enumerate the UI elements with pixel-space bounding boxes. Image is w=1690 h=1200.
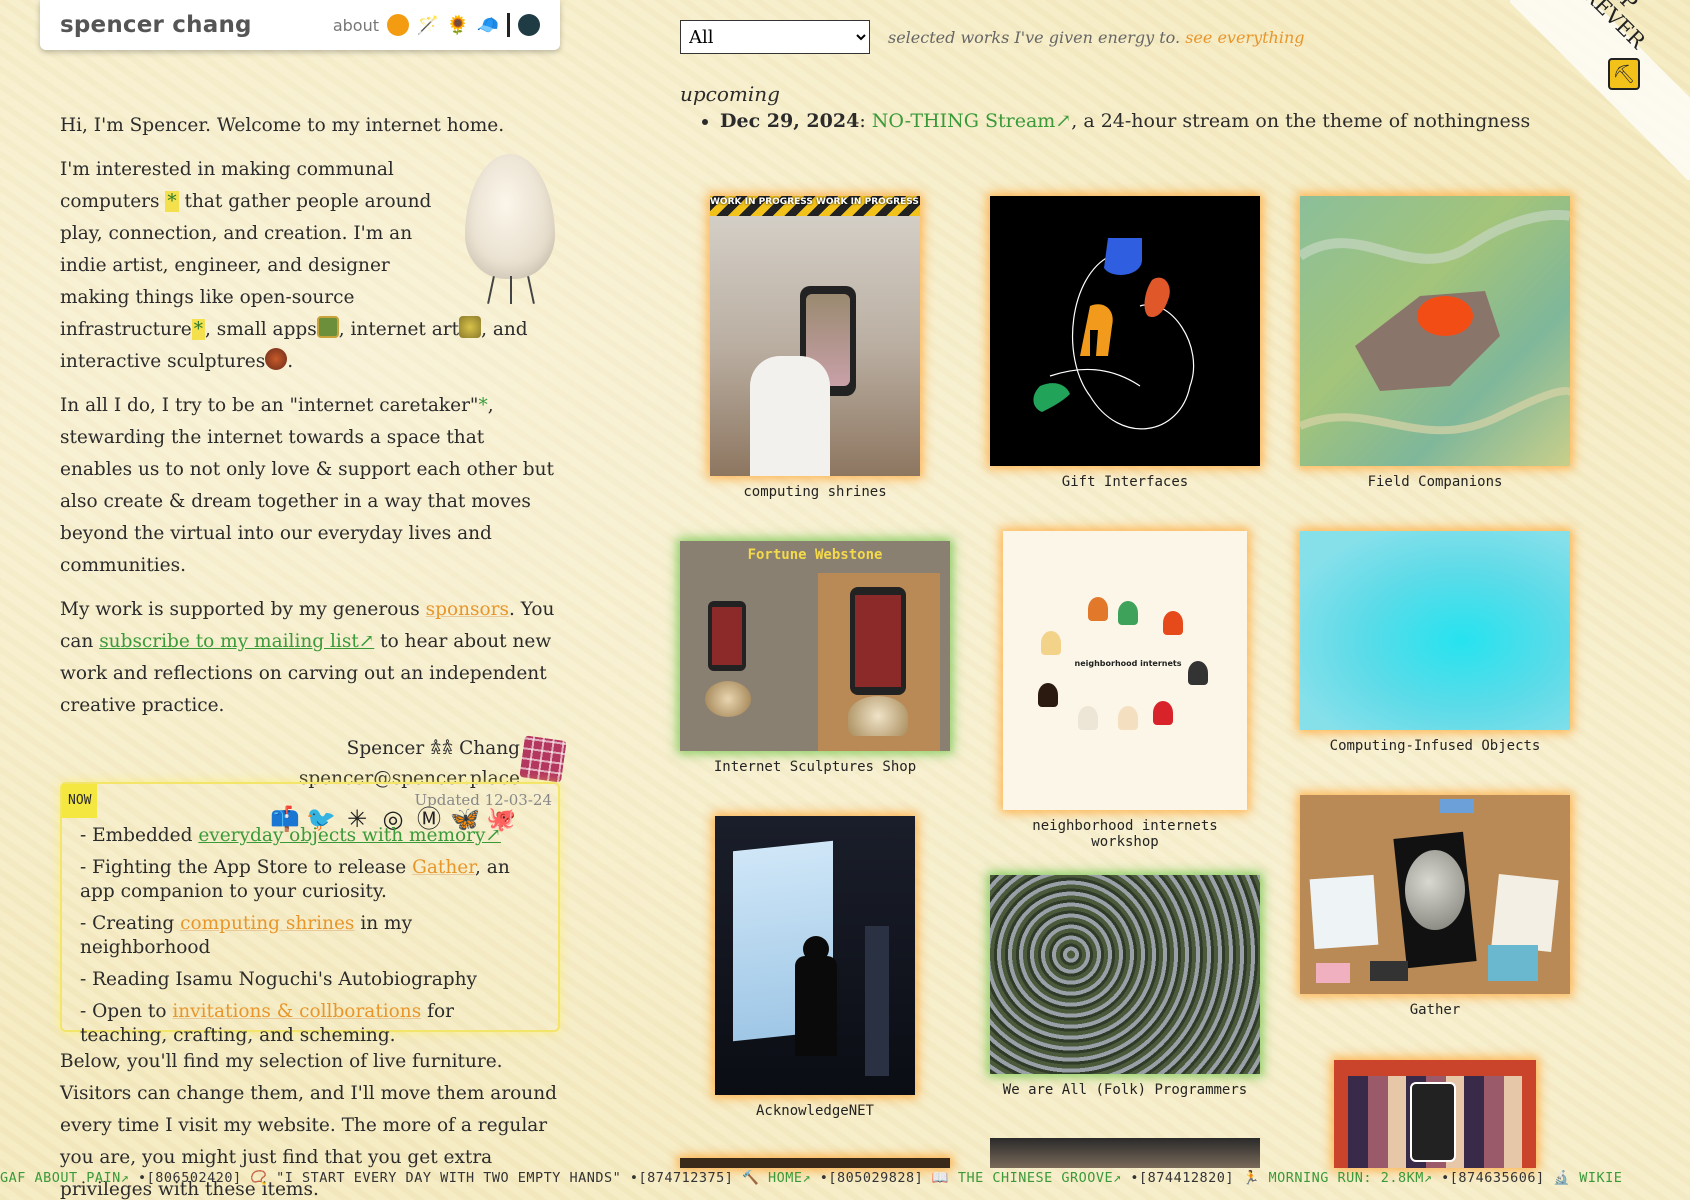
footnote-mark[interactable]: * <box>478 395 487 416</box>
sunflower-icon[interactable]: 🌻 <box>447 14 469 36</box>
work-card-folk-programmers[interactable]: We are All (Folk) Programmers <box>990 875 1260 1098</box>
orange-dot-icon[interactable] <box>387 14 409 36</box>
work-card-partial[interactable] <box>680 1158 950 1168</box>
site-brand[interactable]: spencer chang <box>60 12 252 38</box>
now-tag: NOW <box>62 784 98 818</box>
header-nav: about 🪄 🌻 🧢 <box>333 13 540 37</box>
pineapple-art-icon[interactable] <box>459 316 482 338</box>
work-label[interactable]: computing shrines <box>710 484 920 500</box>
work-thumbnail[interactable] <box>680 1158 950 1168</box>
now-item: - Open to invitations & collborations fo… <box>80 1001 454 1046</box>
filter-note: selected works I've given energy to. see… <box>888 27 1305 47</box>
ticker-link[interactable]: WIKIE <box>1579 1170 1622 1186</box>
work-thumbnail[interactable]: Fortune Webstone <box>680 541 950 751</box>
work-thumbnail[interactable] <box>1334 1060 1536 1168</box>
works-filter-select[interactable]: All <box>680 20 870 54</box>
work-thumbnail[interactable]: WORK IN PROGRESS WORK IN PROGRESS WOI <box>710 196 920 476</box>
paper-lamp-image[interactable] <box>460 154 560 304</box>
work-card-acknowledgenet[interactable]: AcknowledgeNET <box>715 816 915 1119</box>
intro-paragraph-1: I'm interested in making communal comput… <box>60 154 560 378</box>
work-card-internet-sculptures-shop[interactable]: Fortune Webstone Internet Sculptures Sho… <box>680 541 950 775</box>
work-card-gather[interactable]: Gather <box>1300 795 1570 1018</box>
work-thumbnail[interactable] <box>990 875 1260 1074</box>
footnote-mark[interactable]: * <box>165 191 179 212</box>
work-card-computing-infused-objects[interactable]: Computing-Infused Objects <box>1300 531 1570 754</box>
work-card-computing-shrines[interactable]: WORK IN PROGRESS WORK IN PROGRESS WOI co… <box>710 196 920 500</box>
upcoming-date: Dec 29, 2024 <box>720 110 860 132</box>
sculpture-thumbnail-icon[interactable] <box>265 348 288 370</box>
work-label[interactable]: We are All (Folk) Programmers <box>990 1082 1260 1098</box>
signature-name: Spencer 𖠋𖠋 Chang <box>346 738 520 759</box>
see-everything-link[interactable]: see everything <box>1185 28 1304 47</box>
now-item: - Fighting the App Store to release Gath… <box>80 857 510 902</box>
cap-icon[interactable]: 🧢 <box>477 14 499 36</box>
activity-ticker: GAF ABOUT PAIN↗ •[806502420] 📿 "I START … <box>0 1170 1623 1186</box>
work-thumbnail[interactable] <box>990 1138 1260 1168</box>
everyday-objects-link[interactable]: everyday objects with memory↗ <box>198 825 501 846</box>
work-label[interactable]: Internet Sculptures Shop <box>680 759 950 775</box>
work-thumbnail[interactable] <box>1300 795 1570 994</box>
work-card-partial[interactable] <box>1334 1060 1536 1168</box>
stamp-badge-icon <box>519 735 567 783</box>
work-card-neighborhood-internets[interactable]: neighborhood internets neighborhood inte… <box>1003 531 1247 850</box>
intro-paragraph-3: My work is supported by my generous spon… <box>60 599 555 716</box>
dark-dot-icon[interactable] <box>518 14 540 36</box>
now-updated: Updated 12-03-24 <box>414 791 552 809</box>
work-label[interactable]: Gather <box>1300 1002 1570 1018</box>
work-card-partial[interactable] <box>990 1138 1260 1168</box>
divider-icon <box>507 13 510 37</box>
now-item: - Reading Isamu Noguchi's Autobiography <box>80 969 478 990</box>
work-thumbnail[interactable] <box>1300 196 1570 466</box>
intro-section: Hi, I'm Spencer. Welcome to my internet … <box>60 110 567 834</box>
work-card-field-companions[interactable]: Field Companions <box>1300 196 1570 490</box>
computing-shrines-link[interactable]: computing shrines <box>180 913 354 934</box>
work-thumbnail[interactable] <box>1300 531 1570 730</box>
now-item: - Creating computing shrines in my neigh… <box>80 913 413 958</box>
intro-paragraph-2: In all I do, I try to be an "internet ca… <box>60 395 554 576</box>
ticker-link[interactable]: GAF ABOUT PAIN↗ <box>0 1170 129 1186</box>
work-thumbnail[interactable] <box>715 816 915 1095</box>
magic-wand-icon[interactable]: 🪄 <box>417 14 439 36</box>
work-label[interactable]: Field Companions <box>1300 474 1570 490</box>
no-thing-stream-link[interactable]: NO-THING Stream↗ <box>872 110 1071 132</box>
ticker-link[interactable]: THE CHINESE GROOVE↗ <box>958 1170 1122 1186</box>
work-label[interactable]: neighborhood internets workshop <box>1003 818 1247 850</box>
construction-worker-icon[interactable]: ⛏ <box>1608 58 1640 90</box>
greeting: Hi, I'm Spencer. Welcome to my internet … <box>60 115 505 136</box>
upcoming-heading: upcoming <box>680 82 780 106</box>
about-link[interactable]: about <box>333 16 379 35</box>
work-thumbnail[interactable] <box>990 196 1260 466</box>
now-box: NOW Updated 12-03-24 - Embedded everyday… <box>60 782 560 1046</box>
mailing-list-link[interactable]: subscribe to my mailing list↗ <box>99 631 374 652</box>
upcoming-item: Dec 29, 2024: NO-THING Stream↗, a 24-hou… <box>720 110 1530 132</box>
work-label[interactable]: AcknowledgeNET <box>715 1103 915 1119</box>
work-card-gift-interfaces[interactable]: Gift Interfaces <box>990 196 1260 490</box>
site-header: spencer chang about 🪄 🌻 🧢 <box>40 0 560 50</box>
work-label[interactable]: Computing-Infused Objects <box>1300 738 1570 754</box>
sponsors-link[interactable]: sponsors <box>426 599 509 620</box>
filter-row: All selected works I've given energy to.… <box>680 20 1305 54</box>
ticker-link[interactable]: HOME↗ <box>768 1170 811 1186</box>
app-thumbnail-icon[interactable] <box>316 316 339 338</box>
work-thumbnail[interactable]: neighborhood internets <box>1003 531 1247 810</box>
gather-link[interactable]: Gather <box>412 857 475 878</box>
work-label[interactable]: Gift Interfaces <box>990 474 1260 490</box>
invitations-link[interactable]: invitations & collborations <box>172 1001 421 1022</box>
ticker-link[interactable]: MORNING RUN: 2.8KM↗ <box>1269 1170 1433 1186</box>
upcoming-list: Dec 29, 2024: NO-THING Stream↗, a 24-hou… <box>700 110 1530 132</box>
now-item: - Embedded everyday objects with memory↗ <box>80 825 501 846</box>
footnote-mark[interactable]: * <box>191 319 205 340</box>
wip-forever-banner: A WIP FOREVER ⛏ <box>1510 0 1690 180</box>
